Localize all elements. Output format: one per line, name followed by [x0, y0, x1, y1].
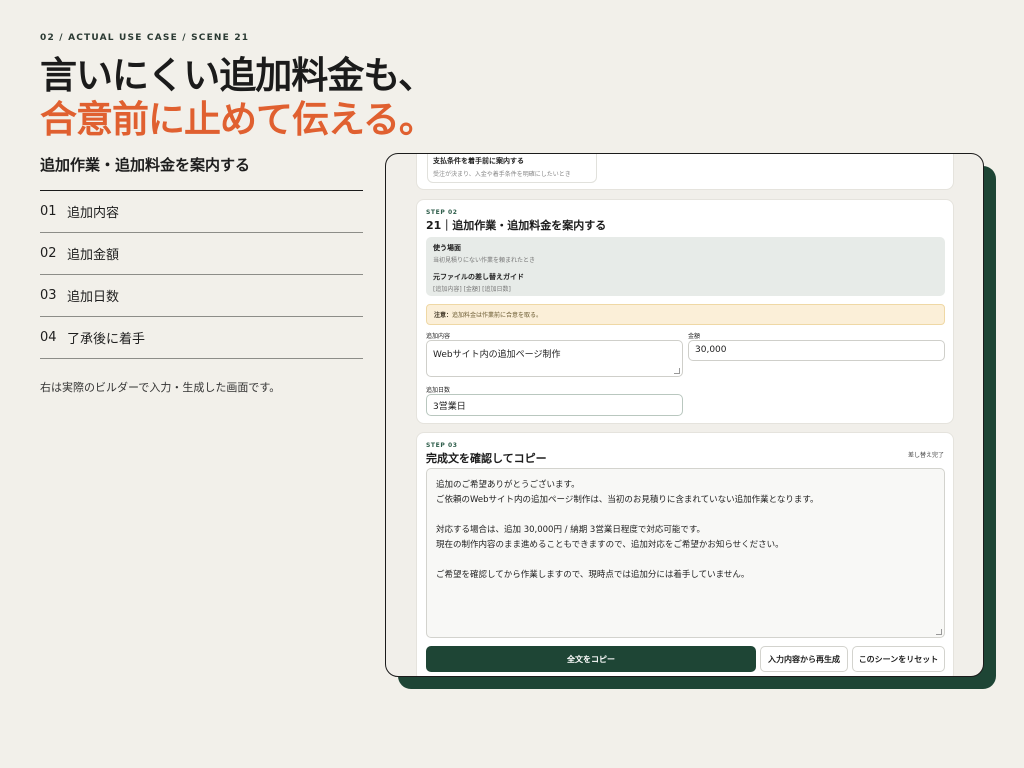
- use-label: 使う場面: [433, 244, 461, 252]
- list-item: 03 追加日数: [40, 275, 363, 317]
- section-subtitle: 追加作業・追加料金を案内する: [40, 154, 363, 191]
- list-item: 02 追加金額: [40, 233, 363, 275]
- reset-scene-button[interactable]: このシーンをリセット: [852, 646, 945, 672]
- warning-notice: 注意：追加料金は作業前に合意を取る。: [426, 304, 945, 325]
- amount-field-label: 金額: [688, 333, 701, 340]
- list-item-label: 追加日数: [67, 290, 120, 305]
- days-field-label: 追加日数: [426, 387, 451, 394]
- list-item-number: 01: [40, 204, 57, 219]
- caption-note: 右は実際のビルダーで入力・生成した画面です。: [40, 381, 281, 394]
- list-item: 04 了承後に着手: [40, 317, 363, 359]
- step-03-card: STEP 03 完成文を確認してコピー 差し替え完了 追加のご希望ありがとうござ…: [416, 432, 954, 676]
- list-item: 01 追加内容: [40, 191, 363, 233]
- guide-text: [追加内容] [金額] [追加日数]: [433, 286, 511, 293]
- copy-all-button[interactable]: 全文をコピー: [426, 646, 756, 672]
- warning-label: 注意：: [434, 312, 453, 319]
- content-textarea-value: Webサイト内の追加ページ制作: [433, 350, 561, 360]
- output-line: 対応する場合は、追加 30,000円 / 納期 3営業日程度で対応可能です。: [436, 525, 705, 535]
- output-line: 現在の制作内容のまま進めることもできますので、追加対応をご希望かお知らせください…: [436, 540, 784, 550]
- step-label: STEP 03: [426, 442, 458, 449]
- resize-grip-icon[interactable]: [936, 629, 942, 635]
- headline: 言いにくい追加料金も、 合意前に止めて伝える。: [40, 54, 436, 142]
- headline-line-1: 言いにくい追加料金も、: [40, 54, 435, 97]
- scene-option-card[interactable]: 支払条件を着手前に案内する 受注が決まり、入金や着手条件を明確にしたいとき: [427, 154, 597, 183]
- amount-input-value: 30,000: [695, 345, 727, 355]
- warning-text: 追加料金は作業前に合意を取る。: [452, 312, 543, 319]
- list-item-number: 03: [40, 288, 57, 303]
- days-input[interactable]: 3営業日: [426, 394, 683, 416]
- status-label: 差し替え完了: [907, 452, 944, 459]
- regenerate-button[interactable]: 入力内容から再生成: [760, 646, 848, 672]
- output-line: ご依頼のWebサイト内の追加ページ制作は、当初のお見積りに含まれていない追加作業…: [436, 495, 819, 505]
- content-field-label: 追加内容: [426, 333, 451, 340]
- content-textarea[interactable]: Webサイト内の追加ページ制作: [426, 340, 683, 377]
- app-screenshot-frame: 支払条件を着手前に案内する 受注が決まり、入金や着手条件を明確にしたいとき ST…: [385, 153, 984, 677]
- output-line: 追加のご希望ありがとうございます。: [436, 480, 580, 490]
- step-label: STEP 02: [426, 209, 458, 216]
- list-item-label: 追加内容: [67, 206, 120, 221]
- usage-info-box: 使う場面 当初見積りにない作業を頼まれたとき 元ファイルの差し替えガイド [追加…: [426, 237, 945, 296]
- step-02-card: STEP 02 21｜追加作業・追加料金を案内する 使う場面 当初見積りにない作…: [416, 199, 954, 424]
- list-item-number: 04: [40, 330, 57, 345]
- scene-option-title: 支払条件を着手前に案内する: [433, 157, 524, 165]
- list-item-label: 追加金額: [67, 248, 120, 263]
- amount-input[interactable]: 30,000: [688, 340, 945, 361]
- resize-grip-icon[interactable]: [674, 368, 680, 374]
- output-line: [436, 508, 935, 523]
- use-text: 当初見積りにない作業を頼まれたとき: [433, 257, 536, 264]
- days-input-value: 3営業日: [433, 402, 466, 412]
- output-line: [436, 553, 935, 568]
- generated-text-output[interactable]: 追加のご希望ありがとうございます。 ご依頼のWebサイト内の追加ページ制作は、当…: [426, 468, 945, 638]
- eyebrow-label: 02 / ACTUAL USE CASE / SCENE 21: [40, 33, 250, 43]
- left-panel: 追加作業・追加料金を案内する 01 追加内容 02 追加金額 03 追加日数 04 了承…: [40, 154, 363, 395]
- list-item-label: 了承後に着手: [67, 332, 146, 347]
- scene-option-desc: 受注が決まり、入金や着手条件を明確にしたいとき: [433, 171, 571, 178]
- step-list: 01 追加内容 02 追加金額 03 追加日数 04 了承後に着手: [40, 191, 363, 359]
- step-title: 完成文を確認してコピー: [426, 452, 547, 465]
- headline-line-2: 合意前に止めて伝える。: [40, 98, 436, 141]
- guide-label: 元ファイルの差し替えガイド: [433, 273, 524, 281]
- step-title: 21｜追加作業・追加料金を案内する: [426, 219, 607, 232]
- previous-step-card: 支払条件を着手前に案内する 受注が決まり、入金や着手条件を明確にしたいとき: [416, 154, 954, 190]
- output-line: ご希望を確認してから作業しますので、現時点では追加分には着手していません。: [436, 570, 750, 580]
- list-item-number: 02: [40, 246, 57, 261]
